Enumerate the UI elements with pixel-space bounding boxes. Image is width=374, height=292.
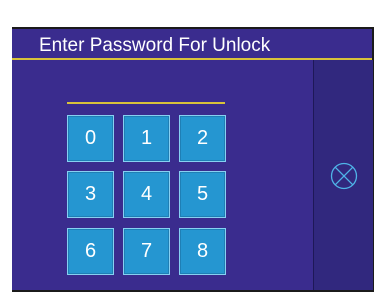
key-2[interactable]: 2 (179, 115, 226, 162)
key-4[interactable]: 4 (123, 171, 170, 218)
key-7[interactable]: 7 (123, 228, 170, 275)
key-1[interactable]: 1 (123, 115, 170, 162)
password-input-line (67, 102, 225, 104)
key-8[interactable]: 8 (179, 228, 226, 275)
key-0[interactable]: 0 (67, 115, 114, 162)
unlock-panel: Enter Password For Unlock 0 1 2 3 4 5 6 … (12, 29, 373, 290)
key-5[interactable]: 5 (179, 171, 226, 218)
page-title: Enter Password For Unlock (39, 35, 271, 56)
cancel-circle-x-icon[interactable] (330, 162, 358, 190)
side-panel (313, 60, 373, 290)
key-3[interactable]: 3 (67, 171, 114, 218)
key-6[interactable]: 6 (67, 228, 114, 275)
